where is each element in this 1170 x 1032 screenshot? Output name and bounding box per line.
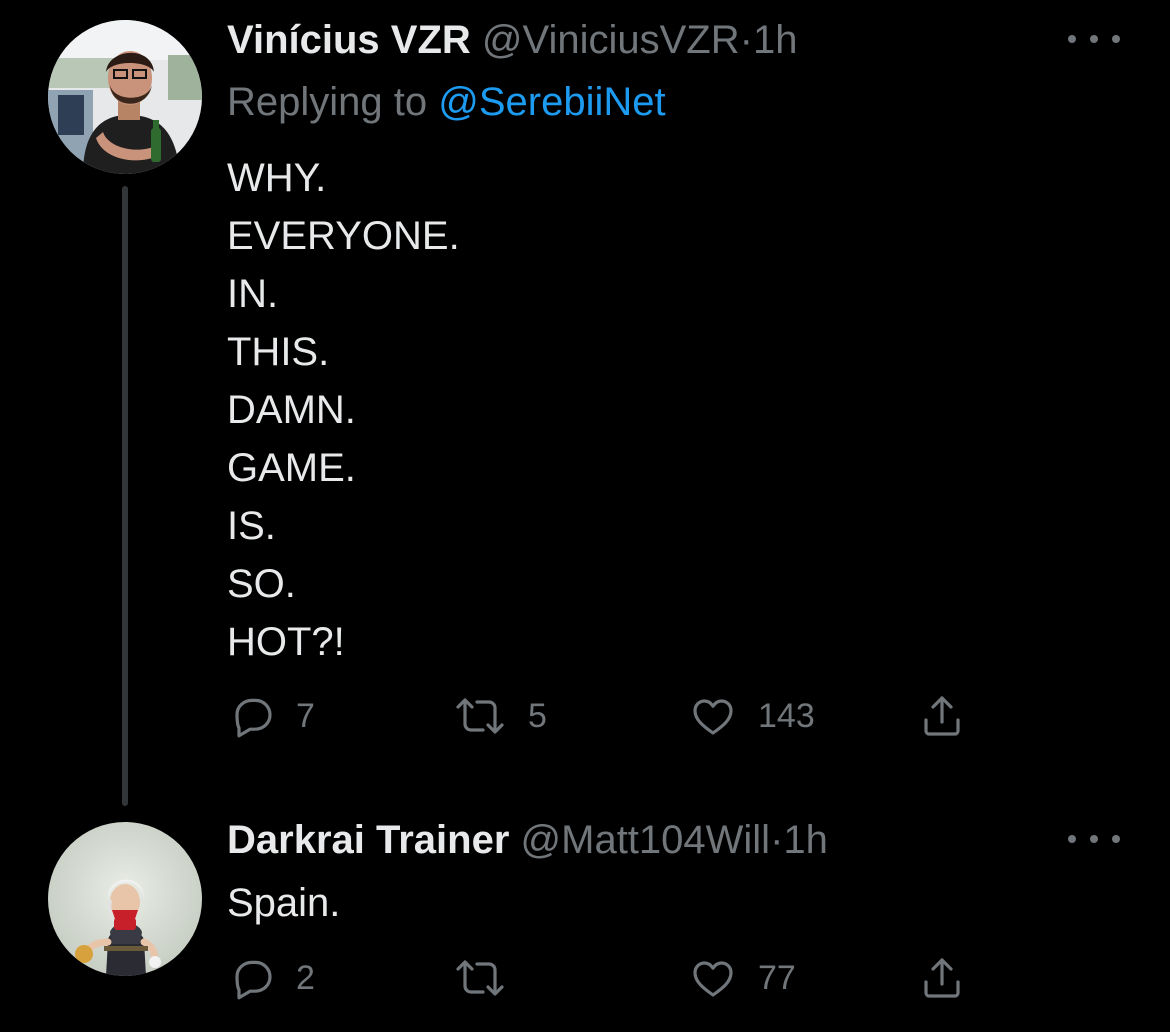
more-icon[interactable] — [1068, 29, 1120, 49]
like-icon — [693, 699, 733, 735]
handle[interactable]: @ViniciusVZR — [482, 18, 740, 62]
replying-to-label: Replying to — [227, 80, 428, 124]
like-count: 143 — [758, 696, 815, 735]
timestamp[interactable]: 1h — [753, 18, 798, 62]
reply-count: 2 — [296, 958, 315, 997]
tweet-text-line: EVERYONE. — [227, 214, 460, 258]
tweet-text-line: DAMN. — [227, 388, 356, 432]
tweet-text-line: HOT?! — [227, 620, 345, 664]
reply-button[interactable]: 2 — [228, 954, 315, 1002]
handle[interactable]: @Matt104Will — [521, 818, 771, 862]
display-name[interactable]: Darkrai Trainer — [227, 818, 509, 862]
retweet-button[interactable]: 5 — [452, 692, 547, 740]
replying-to-mention[interactable]: @SerebiiNet — [438, 80, 665, 124]
tweet-text-line: SO. — [227, 562, 296, 606]
retweet-icon — [456, 698, 504, 734]
more-icon[interactable] — [1068, 829, 1120, 849]
tweet-text: Spain. — [227, 881, 341, 925]
tweet-text: WHY. EVERYONE. IN. THIS. DAMN. GAME. IS.… — [227, 149, 460, 671]
like-button[interactable]: 77 — [688, 954, 796, 1002]
tweet-text-line: WHY. — [227, 156, 327, 200]
tweet-text-line: GAME. — [227, 446, 356, 490]
reply-button[interactable]: 7 — [228, 692, 315, 740]
tweet-text-line: IS. — [227, 504, 276, 548]
share-button[interactable] — [916, 954, 968, 1002]
tweet-actions: 2 77 — [228, 954, 988, 1002]
tweet-header: Darkrai Trainer @Matt104Will·1h — [227, 817, 828, 863]
share-button[interactable] — [916, 692, 968, 740]
tweet[interactable]: Darkrai Trainer @Matt104Will·1h Spain. 2 — [0, 810, 1170, 1032]
tweet-actions: 7 5 143 — [228, 692, 988, 740]
like-count: 77 — [758, 958, 796, 997]
share-icon — [924, 958, 960, 998]
separator-dot: · — [739, 18, 753, 62]
timestamp[interactable]: 1h — [783, 818, 828, 862]
reply-icon — [235, 698, 272, 738]
retweet-count: 5 — [528, 696, 547, 735]
tweet-text-line: IN. — [227, 272, 279, 316]
thread-line — [122, 186, 128, 806]
separator-dot: · — [770, 818, 784, 862]
avatar[interactable] — [48, 20, 202, 174]
tweet[interactable]: Vinícius VZR @ViniciusVZR·1h Replying to… — [0, 0, 1170, 810]
avatar[interactable] — [48, 822, 202, 976]
replying-to: Replying to @SerebiiNet — [227, 79, 666, 125]
tweet-text-line: THIS. — [227, 330, 330, 374]
retweet-icon — [456, 960, 504, 996]
display-name[interactable]: Vinícius VZR — [227, 18, 471, 62]
like-button[interactable]: 143 — [688, 692, 815, 740]
reply-count: 7 — [296, 696, 315, 735]
tweet-header: Vinícius VZR @ViniciusVZR·1h — [227, 17, 797, 63]
share-icon — [924, 696, 960, 736]
like-icon — [693, 961, 733, 997]
reply-icon — [235, 960, 272, 1000]
retweet-button[interactable] — [452, 954, 528, 1002]
